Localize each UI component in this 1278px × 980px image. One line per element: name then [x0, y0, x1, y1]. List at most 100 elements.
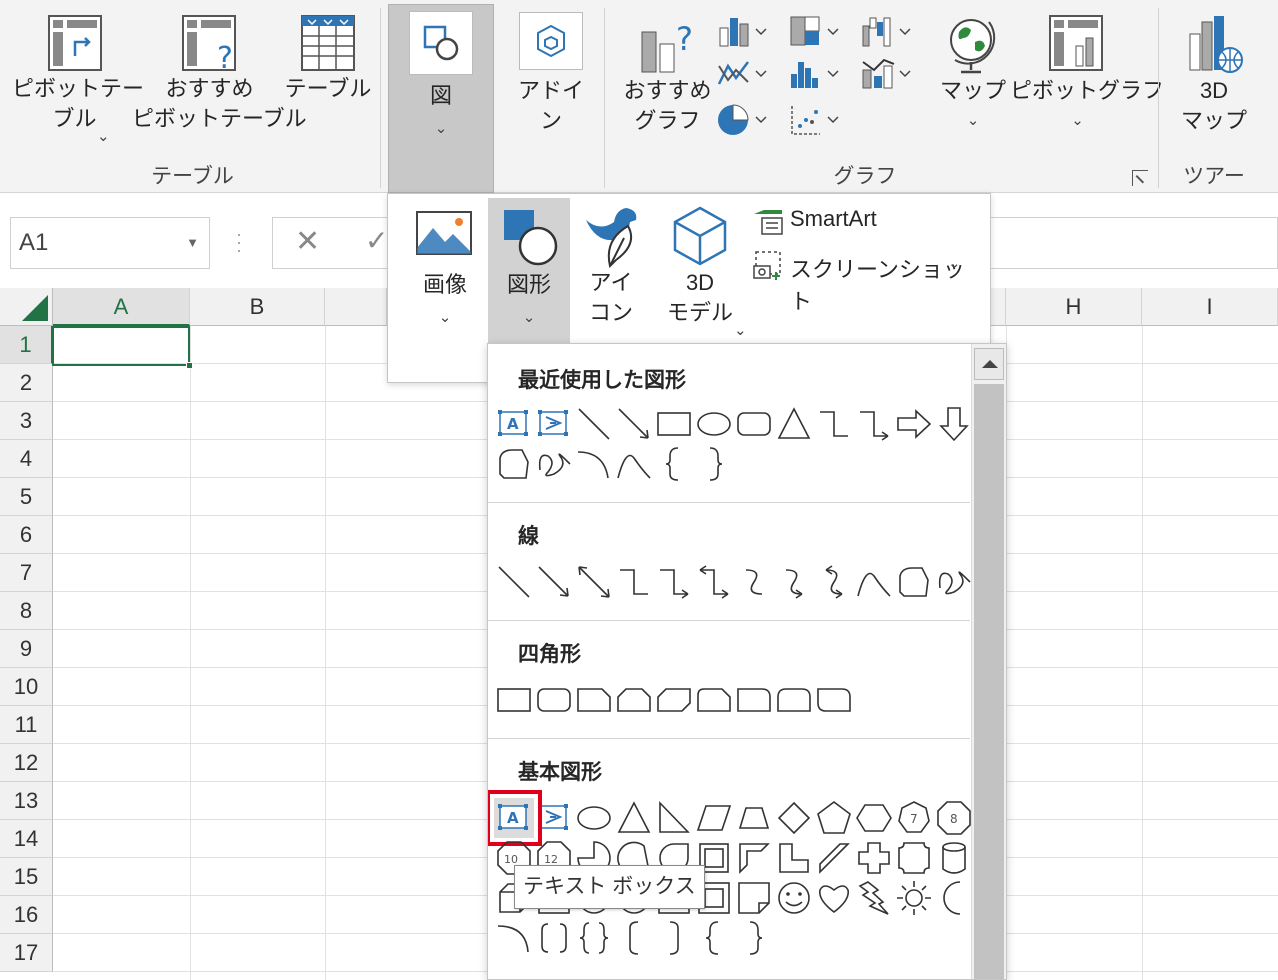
shape-oct-icon[interactable]: 8	[934, 798, 974, 838]
select-all-button[interactable]	[0, 288, 53, 326]
row-header-9[interactable]: 9	[0, 630, 53, 668]
shape-curve-icon[interactable]	[614, 444, 654, 484]
shape-elbowdarrow-icon[interactable]	[694, 562, 734, 602]
recommended-charts-button[interactable]: ? おすすめ グラフ	[620, 12, 715, 136]
shape-darrowblk-icon[interactable]	[934, 404, 974, 444]
3d-models-button[interactable]: 3D モデル ⌄	[652, 204, 748, 339]
smartart-button[interactable]: SmartArt	[752, 206, 972, 238]
shape-snip1-icon[interactable]	[574, 680, 614, 720]
shape-brackets-icon[interactable]	[534, 918, 574, 958]
dialog-launcher-icon[interactable]	[1132, 170, 1148, 186]
insert-picture-button[interactable]: 画像 ⌄	[402, 208, 488, 333]
shape-heart-icon[interactable]	[814, 878, 854, 918]
recommended-pivot-button[interactable]: ? おすすめ ピボットテーブル	[132, 12, 307, 134]
shape-rbracket-icon[interactable]	[654, 918, 694, 958]
row-header-2[interactable]: 2	[0, 364, 53, 402]
shape-foldedcorner-icon[interactable]	[734, 878, 774, 918]
scroll-up-button[interactable]	[974, 348, 1004, 380]
shape-freeform-icon[interactable]	[494, 444, 534, 484]
shape-round1-icon[interactable]	[734, 680, 774, 720]
3d-map-button[interactable]: 3D マップ	[1168, 12, 1260, 136]
shape-diagstripe-icon[interactable]	[814, 838, 854, 878]
shape-oval-icon[interactable]	[574, 798, 614, 838]
shape-sun-icon[interactable]	[894, 878, 934, 918]
shape-braces-icon[interactable]	[574, 918, 614, 958]
icons-button[interactable]: アイ コン	[576, 204, 646, 328]
shape-line-icon[interactable]	[574, 404, 614, 444]
shape-lightning-icon[interactable]	[854, 878, 894, 918]
row-header-3[interactable]: 3	[0, 402, 53, 440]
shape-lshape-icon[interactable]	[774, 838, 814, 878]
shape-scribble-icon[interactable]	[934, 562, 974, 602]
gallery-scrollbar[interactable]	[971, 344, 1006, 979]
shape-smiley-icon[interactable]	[774, 878, 814, 918]
fill-handle[interactable]	[186, 362, 193, 369]
shape-elbowarrow-icon[interactable]	[854, 404, 894, 444]
active-cell-a1[interactable]	[52, 326, 193, 369]
shape-lbracket-icon[interactable]	[614, 918, 654, 958]
shape-rtri-icon[interactable]	[654, 798, 694, 838]
shape-curvedarrow-icon[interactable]	[774, 562, 814, 602]
shape-rounddiag-icon[interactable]	[814, 680, 854, 720]
column-header-c[interactable]	[325, 288, 387, 326]
shape-textbox-icon[interactable]: A	[494, 404, 534, 444]
shape-plaque-icon[interactable]	[894, 838, 934, 878]
shape-rrect-icon[interactable]	[734, 404, 774, 444]
shape-tri-icon[interactable]	[614, 798, 654, 838]
shapes-button[interactable]: 図形 ⌄	[488, 198, 570, 346]
name-box[interactable]: A1 ▼	[10, 217, 210, 269]
row-header-7[interactable]: 7	[0, 554, 53, 592]
shape-line-icon[interactable]	[494, 562, 534, 602]
row-header-15[interactable]: 15	[0, 858, 53, 896]
shape-para-icon[interactable]	[694, 798, 734, 838]
row-header-10[interactable]: 10	[0, 668, 53, 706]
shape-can-icon[interactable]	[934, 838, 974, 878]
shape-snip2-icon[interactable]	[614, 680, 654, 720]
shape-hex-icon[interactable]	[854, 798, 894, 838]
row-header-13[interactable]: 13	[0, 782, 53, 820]
shape-oval-icon[interactable]	[694, 404, 734, 444]
shape-cross-icon[interactable]	[854, 838, 894, 878]
table-button[interactable]: テーブル	[283, 12, 373, 104]
shape-elbow-icon[interactable]	[814, 404, 854, 444]
shape-trap-icon[interactable]	[734, 798, 774, 838]
shape-darrow-icon[interactable]	[574, 562, 614, 602]
pie-chart-button[interactable]	[716, 102, 774, 138]
row-header-6[interactable]: 6	[0, 516, 53, 554]
cancel-icon[interactable]: ✕	[295, 224, 320, 259]
column-chart-button[interactable]	[716, 14, 774, 50]
pivot-chart-button[interactable]: ピボットグラフ ⌄	[1010, 12, 1164, 136]
scatter-chart-button[interactable]	[788, 102, 846, 138]
row-header-12[interactable]: 12	[0, 744, 53, 782]
shape-rrect-icon[interactable]	[534, 680, 574, 720]
shape-diamond-icon[interactable]	[774, 798, 814, 838]
scroll-thumb[interactable]	[974, 384, 1004, 979]
shape-snipround-icon[interactable]	[694, 680, 734, 720]
shape-moon-icon[interactable]	[934, 878, 974, 918]
row-header-11[interactable]: 11	[0, 706, 53, 744]
shape-arrow-icon[interactable]	[534, 562, 574, 602]
column-header-g[interactable]	[991, 288, 1006, 326]
row-header-5[interactable]: 5	[0, 478, 53, 516]
shape-rbrace-icon[interactable]	[734, 918, 774, 958]
shape-halfframe-icon[interactable]	[734, 838, 774, 878]
row-header-16[interactable]: 16	[0, 896, 53, 934]
shape-hept-icon[interactable]: 7	[894, 798, 934, 838]
row-header-17[interactable]: 17	[0, 934, 53, 972]
column-header-a[interactable]: A	[53, 288, 190, 326]
shape-curvedconn-icon[interactable]	[734, 562, 774, 602]
column-header-i[interactable]: I	[1142, 288, 1278, 326]
shape-textbox-icon[interactable]: A	[488, 790, 542, 846]
hierarchy-chart-button[interactable]	[788, 14, 846, 50]
shape-rect-icon[interactable]	[654, 404, 694, 444]
shape-snipdiag-icon[interactable]	[654, 680, 694, 720]
shape-pent-icon[interactable]	[814, 798, 854, 838]
statistic-chart-button[interactable]	[788, 56, 846, 92]
shape-rect-icon[interactable]	[494, 680, 534, 720]
column-header-b[interactable]: B	[190, 288, 325, 326]
row-header-8[interactable]: 8	[0, 592, 53, 630]
shape-arc2-icon[interactable]	[494, 918, 534, 958]
row-header-1[interactable]: 1	[0, 326, 53, 364]
line-chart-button[interactable]	[716, 56, 774, 92]
chevron-down-icon[interactable]: ▼	[186, 218, 199, 268]
